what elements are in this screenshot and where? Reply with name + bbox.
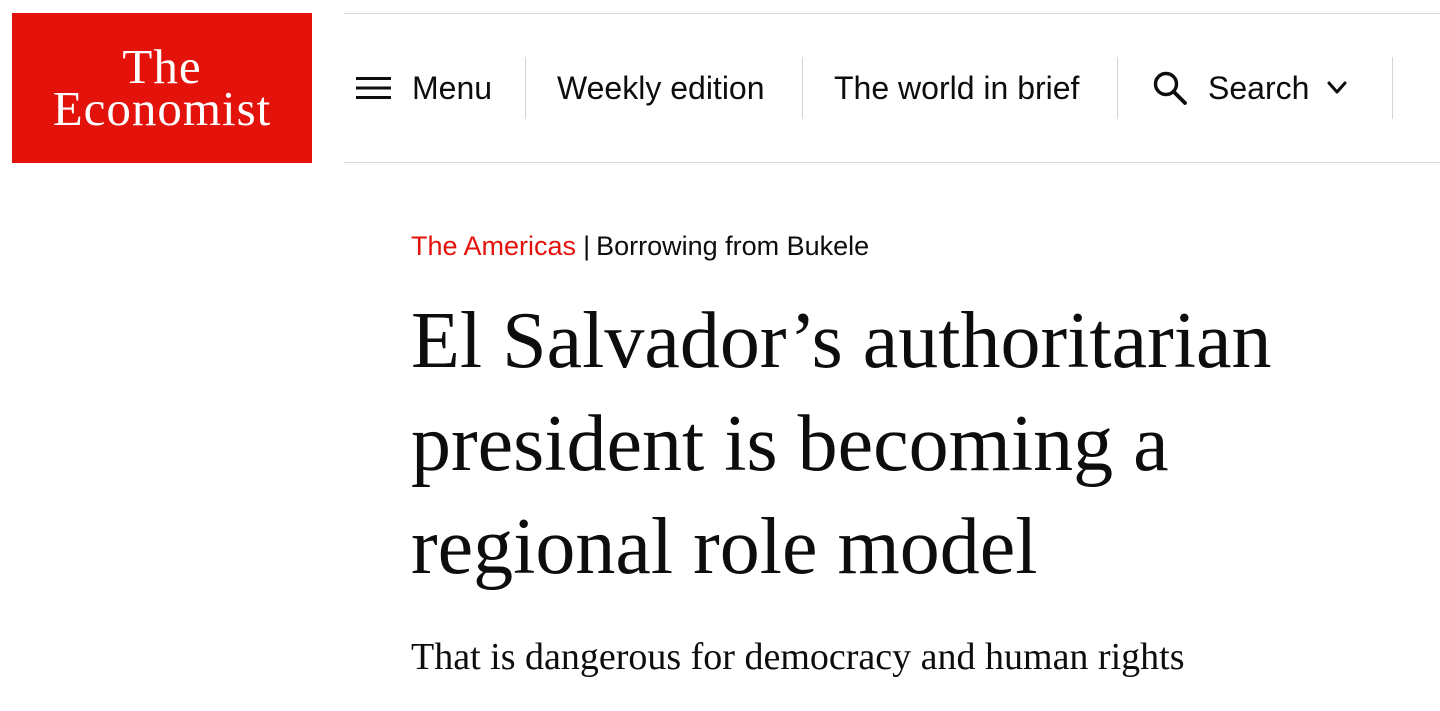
nav-divider [1392,57,1393,119]
chevron-down-icon [1327,81,1347,94]
economist-logo[interactable]: The Economist [12,13,312,163]
article-rubric: The Americas | Borrowing from Bukele [411,228,869,264]
nav-divider [802,57,803,119]
menu-button[interactable]: Menu [356,58,492,118]
hamburger-menu-icon [356,77,391,99]
article-subheadline: That is dangerous for democracy and huma… [411,636,1185,678]
world-in-brief-link[interactable]: The world in brief [834,58,1079,118]
menu-label: Menu [412,69,493,106]
article-headline: El Salvador’s authoritarian president is… [411,297,1272,591]
rubric-separator: | [583,231,591,261]
weekly-edition-link[interactable]: Weekly edition [557,58,765,118]
article-flytitle: Borrowing from Bukele [596,231,870,261]
search-label: Search [1208,69,1310,106]
search-button[interactable]: Search [1152,58,1347,118]
logo-line-economist: Economist [52,81,272,136]
top-navigation: Menu Weekly edition The world in brief S… [344,13,1440,163]
world-in-brief-label: The world in brief [834,69,1080,106]
weekly-edition-label: Weekly edition [557,69,765,106]
search-icon [1153,71,1187,105]
nav-divider [1117,57,1118,119]
nav-divider [525,57,526,119]
section-link[interactable]: The Americas [411,231,576,261]
